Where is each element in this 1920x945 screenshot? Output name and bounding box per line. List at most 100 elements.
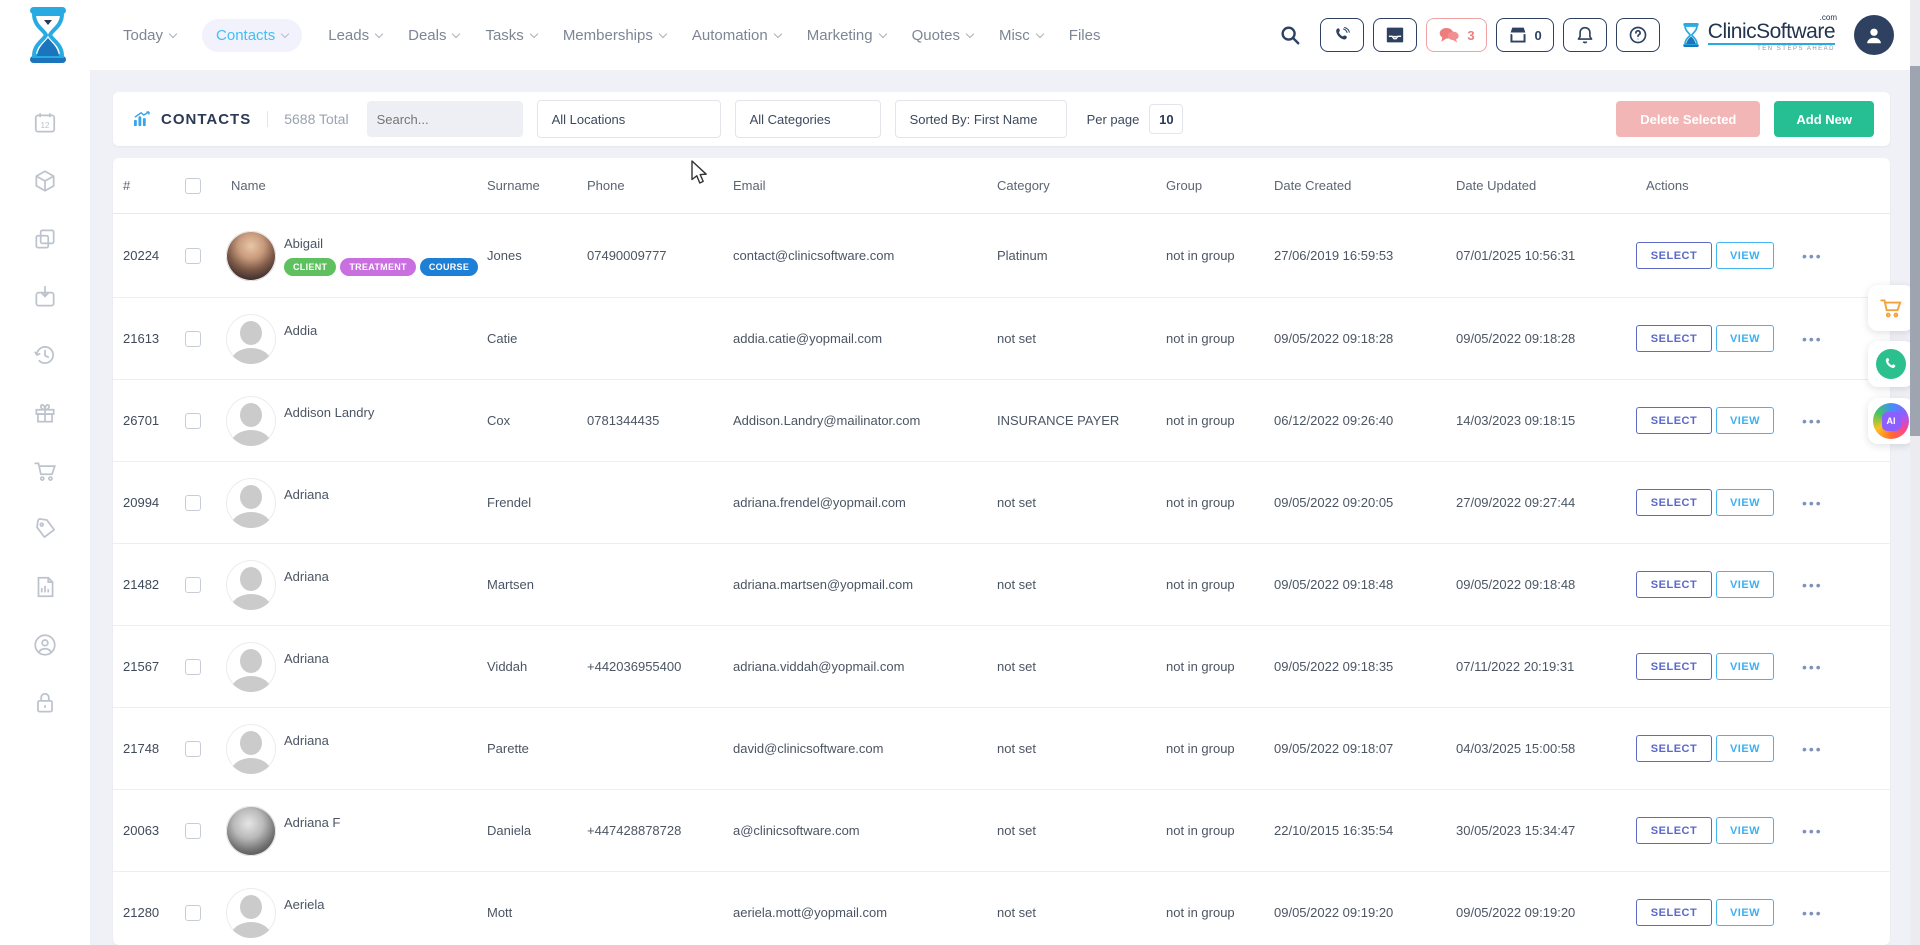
select-button[interactable]: SELECT bbox=[1636, 242, 1712, 269]
ai-icon: AI bbox=[1873, 403, 1909, 439]
gift-icon[interactable] bbox=[32, 400, 58, 426]
calendar-12-icon[interactable]: 12 bbox=[32, 110, 58, 136]
contact-name[interactable]: Adriana bbox=[284, 733, 329, 748]
nav-today[interactable]: Today bbox=[123, 27, 176, 44]
floating-ai-button[interactable]: AI bbox=[1868, 398, 1914, 444]
floating-call-button[interactable] bbox=[1868, 341, 1914, 387]
select-button[interactable]: SELECT bbox=[1636, 817, 1712, 844]
nav-automation[interactable]: Automation bbox=[692, 27, 781, 44]
cart-icon[interactable] bbox=[32, 458, 58, 484]
view-button[interactable]: VIEW bbox=[1716, 407, 1774, 434]
select-button[interactable]: SELECT bbox=[1636, 735, 1712, 762]
nav-tasks[interactable]: Tasks bbox=[485, 27, 536, 44]
more-actions-button[interactable]: ••• bbox=[1802, 826, 1823, 836]
contact-name[interactable]: Adriana bbox=[284, 569, 329, 584]
row-checkbox[interactable] bbox=[185, 823, 201, 839]
cube-icon[interactable] bbox=[32, 168, 58, 194]
calendar-in-icon[interactable] bbox=[32, 284, 58, 310]
row-checkbox[interactable] bbox=[185, 413, 201, 429]
more-actions-button[interactable]: ••• bbox=[1802, 251, 1823, 261]
nav-misc[interactable]: Misc bbox=[999, 27, 1043, 44]
notifications-button[interactable] bbox=[1563, 18, 1607, 52]
more-actions-button[interactable]: ••• bbox=[1802, 416, 1823, 426]
row-checkbox[interactable] bbox=[185, 741, 201, 757]
phone-icon bbox=[1333, 26, 1351, 44]
view-button[interactable]: VIEW bbox=[1716, 653, 1774, 680]
select-all-checkbox[interactable] bbox=[185, 178, 201, 194]
select-button[interactable]: SELECT bbox=[1636, 407, 1712, 434]
dialer-button[interactable] bbox=[1320, 18, 1364, 52]
store-button[interactable]: 0 bbox=[1496, 18, 1554, 52]
view-button[interactable]: VIEW bbox=[1716, 325, 1774, 352]
add-new-button[interactable]: Add New bbox=[1774, 101, 1874, 137]
view-button[interactable]: VIEW bbox=[1716, 242, 1774, 269]
avatar bbox=[226, 396, 276, 446]
lock-icon[interactable] bbox=[32, 690, 58, 716]
floating-cart-button[interactable] bbox=[1868, 285, 1914, 331]
select-button[interactable]: SELECT bbox=[1636, 899, 1712, 926]
search-input[interactable] bbox=[377, 112, 553, 127]
per-page-label: Per page bbox=[1087, 112, 1140, 127]
nav-leads[interactable]: Leads bbox=[328, 27, 382, 44]
nav-deals[interactable]: Deals bbox=[408, 27, 459, 44]
view-button[interactable]: VIEW bbox=[1716, 735, 1774, 762]
contact-name[interactable]: Addison Landry bbox=[284, 405, 374, 420]
more-actions-button[interactable]: ••• bbox=[1802, 580, 1823, 590]
app-logo-hourglass-icon[interactable] bbox=[20, 6, 76, 64]
date-created: 09/05/2022 09:18:07 bbox=[1274, 741, 1456, 756]
scrollbar-thumb[interactable] bbox=[1910, 66, 1920, 436]
view-button[interactable]: VIEW bbox=[1716, 817, 1774, 844]
row-checkbox[interactable] bbox=[185, 659, 201, 675]
copy-icon[interactable] bbox=[32, 226, 58, 252]
row-checkbox[interactable] bbox=[185, 248, 201, 264]
history-icon[interactable] bbox=[32, 342, 58, 368]
more-actions-button[interactable]: ••• bbox=[1802, 908, 1823, 918]
nav-memberships[interactable]: Memberships bbox=[563, 27, 666, 44]
nav-marketing[interactable]: Marketing bbox=[807, 27, 886, 44]
more-actions-button[interactable]: ••• bbox=[1802, 334, 1823, 344]
svg-text:12: 12 bbox=[40, 121, 50, 130]
tag-icon[interactable] bbox=[32, 516, 58, 542]
row-checkbox[interactable] bbox=[185, 905, 201, 921]
help-button[interactable] bbox=[1616, 18, 1660, 52]
row-checkbox[interactable] bbox=[185, 577, 201, 593]
contact-name[interactable]: Abigail bbox=[284, 236, 478, 251]
contact-name[interactable]: Adriana F bbox=[284, 815, 340, 830]
contact-name[interactable]: Aeriela bbox=[284, 897, 324, 912]
row-checkbox[interactable] bbox=[185, 495, 201, 511]
contact-category: not set bbox=[997, 331, 1166, 346]
inbox-button[interactable] bbox=[1373, 18, 1417, 52]
more-actions-button[interactable]: ••• bbox=[1802, 662, 1823, 672]
per-page-value[interactable]: 10 bbox=[1149, 104, 1183, 134]
contact-name[interactable]: Adriana bbox=[284, 487, 329, 502]
nav-files[interactable]: Files bbox=[1069, 27, 1101, 44]
report-icon[interactable] bbox=[32, 574, 58, 600]
locations-filter[interactable]: All Locations bbox=[537, 100, 721, 138]
view-button[interactable]: VIEW bbox=[1716, 489, 1774, 516]
contact-name[interactable]: Adriana bbox=[284, 651, 329, 666]
row-checkbox[interactable] bbox=[185, 331, 201, 347]
nav-quotes[interactable]: Quotes bbox=[912, 27, 973, 44]
global-search-icon[interactable] bbox=[1279, 24, 1301, 46]
chat-button[interactable]: 3 bbox=[1426, 18, 1486, 52]
user-avatar[interactable] bbox=[1854, 15, 1894, 55]
categories-filter[interactable]: All Categories bbox=[735, 100, 881, 138]
nav-contacts[interactable]: Contacts bbox=[202, 19, 302, 52]
more-actions-button[interactable]: ••• bbox=[1802, 498, 1823, 508]
select-button[interactable]: SELECT bbox=[1636, 325, 1712, 352]
account-icon[interactable] bbox=[32, 632, 58, 658]
select-button[interactable]: SELECT bbox=[1636, 653, 1712, 680]
contact-badge: TREATMENT bbox=[340, 258, 416, 276]
select-button[interactable]: SELECT bbox=[1636, 489, 1712, 516]
brand-logo: ClinicSoftware .com TEN STEPS AHEAD bbox=[1679, 21, 1835, 49]
scrollbar-track[interactable] bbox=[1910, 0, 1920, 945]
avatar bbox=[226, 888, 276, 938]
select-button[interactable]: SELECT bbox=[1636, 571, 1712, 598]
delete-selected-button[interactable]: Delete Selected bbox=[1616, 101, 1760, 137]
more-actions-button[interactable]: ••• bbox=[1802, 744, 1823, 754]
view-button[interactable]: VIEW bbox=[1716, 571, 1774, 598]
date-updated: 14/03/2023 09:18:15 bbox=[1456, 413, 1636, 428]
view-button[interactable]: VIEW bbox=[1716, 899, 1774, 926]
sort-filter[interactable]: Sorted By: First Name bbox=[895, 100, 1067, 138]
contact-name[interactable]: Addia bbox=[284, 323, 317, 338]
